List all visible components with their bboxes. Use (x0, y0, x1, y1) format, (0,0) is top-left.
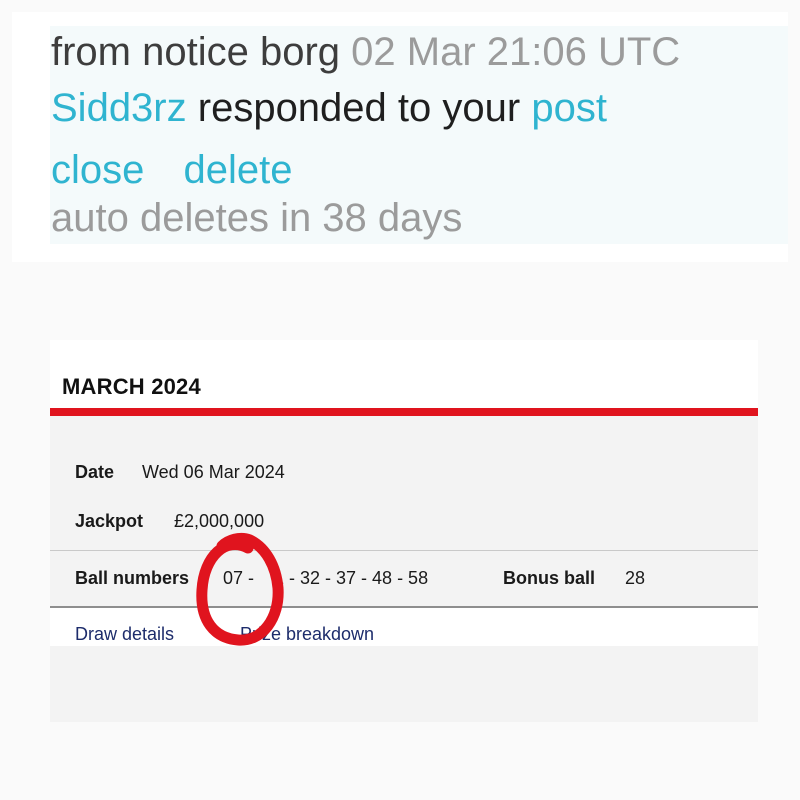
notification-message: Sidd3rz responded to your post (51, 84, 607, 132)
draw-links-bar: Draw details Prize breakdown (50, 608, 758, 646)
bonus-ball-label: Bonus ball (503, 568, 596, 588)
user-link[interactable]: Sidd3rz (51, 86, 187, 130)
draw-month-title: MARCH 2024 (62, 374, 201, 399)
jackpot-label: Jackpot (75, 511, 144, 531)
prize-breakdown-link[interactable]: Prize breakdown (240, 624, 374, 645)
draw-result-card: MARCH 2024 Date Wed 06 Mar 2024 Jackpot … (50, 340, 758, 722)
date-label: Date (75, 462, 115, 482)
notification-timestamp: 02 Mar 21:06 UTC (351, 30, 681, 74)
ball-numbers-rest: 1 - 32 - 37 - 48 - 58 (274, 568, 429, 588)
header-red-rule (50, 408, 758, 416)
ball-numbers-first: 07 - (223, 568, 255, 588)
from-prefix: from (51, 30, 131, 74)
notification-actions: close delete (51, 146, 293, 194)
draw-details-link[interactable]: Draw details (75, 624, 174, 645)
ball-numbers-label: Ball numbers (75, 568, 190, 588)
row-divider (50, 550, 758, 551)
jackpot-value: £2,000,000 (174, 511, 265, 531)
close-link[interactable]: close (51, 148, 144, 192)
post-link[interactable]: post (531, 86, 607, 130)
auto-delete-text: auto deletes in 38 days (51, 196, 463, 240)
bonus-ball-value: 28 (625, 568, 646, 588)
message-text: responded to your (197, 86, 521, 130)
date-value: Wed 06 Mar 2024 (142, 462, 285, 482)
notification-header: from notice borg 02 Mar 21:06 UTC (51, 28, 680, 76)
sender-name: notice borg (142, 30, 341, 74)
draw-card-header: MARCH 2024 (50, 340, 758, 408)
delete-link[interactable]: delete (184, 148, 293, 192)
